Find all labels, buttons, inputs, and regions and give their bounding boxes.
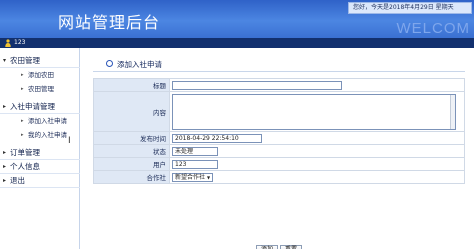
title-label: 标题 [93,78,170,92]
header-banner: 网站管理后台 WELCOM 您好，今天是2018年4月29日 星期天 [0,0,474,38]
sidebar-item-label: 添加入社申请 [28,117,67,125]
expand-arrow-icon: ▾ [3,57,7,64]
site-title: 网站管理后台 [58,13,161,32]
form-row-title: 标题 [93,78,465,92]
text-cursor-icon: I [68,136,71,146]
sidebar-item-manage-farmland[interactable]: ▸ 农田管理 [0,82,80,96]
sidebar-item-label: 我的入社申请 [28,131,67,139]
form-row-publish-time: 发布时间 2018-04-29 22:54:10 [93,131,465,145]
publish-time-label: 发布时间 [93,131,170,145]
sidebar-group-profile-header[interactable]: ▸ 个人信息 [0,160,80,174]
sidebar-item-add-join-application[interactable]: ▸ 添加入社申请 [0,114,80,128]
section-bullet-icon [106,60,113,67]
sidebar-group-orders: ▸ 订单管理 [0,146,80,160]
expand-arrow-icon: ▸ [3,149,7,156]
user-bar: 123 [0,38,474,48]
sidebar-group-farmland: ▾ 农田管理 ▸ 添加农田 ▸ 农田管理 [0,54,80,96]
item-arrow-icon: ▸ [21,132,24,138]
sidebar-group-label: 农田管理 [10,56,40,65]
sidebar-group-label: 退出 [10,176,25,185]
form-actions: 添加 重置 [93,245,465,249]
content-label: 内容 [93,91,170,132]
coop-select-value: 新望合作社 [175,173,206,181]
sidebar-group-profile: ▸ 个人信息 [0,160,80,174]
chevron-down-icon: ▼ [207,174,211,180]
main-content: 添加入社申请 标题 内容 发布时间 2018-04-29 22:54:10 状态… [93,56,465,249]
section-title: 添加入社申请 [117,60,162,69]
form-row-status: 状态 未处理 [93,144,465,158]
status-input[interactable]: 未处理 [172,146,218,156]
textarea-scrollbar[interactable] [450,94,455,129]
title-input[interactable] [172,80,342,90]
welcome-watermark: WELCOM [396,20,470,37]
sidebar-group-label: 订单管理 [10,148,40,157]
sidebar-group-logout: ▸ 退出 [0,174,80,188]
sidebar-group-label: 个人信息 [10,162,40,171]
item-arrow-icon: ▸ [21,118,24,124]
sidebar-group-farmland-header[interactable]: ▾ 农田管理 [0,54,80,68]
form-row-content: 内容 [93,91,465,132]
publish-time-input[interactable]: 2018-04-29 22:54:10 [172,133,262,143]
expand-arrow-icon: ▸ [3,103,7,110]
coop-select[interactable]: 新望合作社 ▼ [172,172,214,182]
date-greeting: 您好，今天是2018年4月29日 星期天 [348,2,472,14]
user-label: 用户 [93,157,170,171]
sidebar-group-join-header[interactable]: ▸ 入社申请管理 [0,100,80,114]
sidebar-item-label: 农田管理 [28,85,54,93]
sidebar-item-label: 添加农田 [28,71,54,79]
content-textarea[interactable] [172,93,456,130]
section-header: 添加入社申请 [93,56,465,72]
item-arrow-icon: ▸ [21,86,24,92]
expand-arrow-icon: ▸ [3,163,7,170]
application-form: 标题 内容 发布时间 2018-04-29 22:54:10 状态 未处理 用户… [93,78,465,184]
status-label: 状态 [93,144,170,158]
coop-label: 合作社 [93,170,170,184]
add-button[interactable]: 添加 [256,245,279,249]
form-row-user: 用户 123 [93,157,465,171]
sidebar: ▾ 农田管理 ▸ 添加农田 ▸ 农田管理 ▸ 入社申请管理 ▸ 添加入社申请 ▸… [0,48,80,249]
current-username: 123 [14,39,26,46]
sidebar-group-label: 入社申请管理 [10,102,55,111]
expand-arrow-icon: ▸ [3,177,7,184]
sidebar-item-add-farmland[interactable]: ▸ 添加农田 [0,68,80,82]
form-row-coop: 合作社 新望合作社 ▼ [93,170,465,184]
reset-button[interactable]: 重置 [280,245,303,249]
item-arrow-icon: ▸ [21,72,24,78]
sidebar-group-orders-header[interactable]: ▸ 订单管理 [0,146,80,160]
sidebar-logout[interactable]: ▸ 退出 [0,174,80,188]
user-input[interactable]: 123 [172,159,218,169]
user-icon [5,39,11,47]
